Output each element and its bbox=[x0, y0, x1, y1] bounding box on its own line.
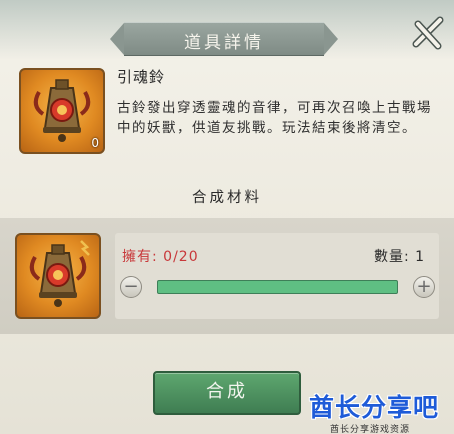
close-icon bbox=[412, 16, 444, 50]
close-button[interactable] bbox=[412, 14, 446, 50]
item-detail-panel: 道具詳情 0 引魂鈴 古鈴發出穿透靈魂的音律，可再次召喚上古戰場中的妖獸，供道友… bbox=[0, 0, 454, 434]
quantity-slider[interactable] bbox=[157, 280, 398, 294]
item-icon-slot[interactable]: 0 bbox=[19, 68, 105, 154]
materials-heading: 合成材料 bbox=[192, 190, 262, 206]
item-description: 古鈴發出穿透靈魂的音律，可再次召喚上古戰場中的妖獸，供道友挑戰。玩法結束後將清空… bbox=[117, 100, 432, 136]
minus-icon: − bbox=[123, 276, 139, 297]
item-name: 引魂鈴 bbox=[117, 68, 166, 86]
panel-title: 道具詳情 bbox=[184, 33, 264, 53]
plus-icon: + bbox=[416, 276, 432, 297]
watermark-subtext: 酋长分享游戏资源 bbox=[330, 425, 411, 434]
material-icon-slot[interactable] bbox=[15, 233, 101, 319]
quantity-label: 數量: 1 bbox=[374, 249, 426, 265]
minus-button[interactable]: − bbox=[120, 276, 142, 298]
synthesize-button[interactable]: 合成 bbox=[153, 371, 301, 415]
bell-icon bbox=[29, 240, 90, 307]
plus-button[interactable]: + bbox=[413, 276, 435, 298]
owned-count: 擁有: 0/20 bbox=[122, 249, 199, 265]
watermark-logo: 酋长分享吧 bbox=[309, 393, 440, 422]
title-banner: 道具詳情 bbox=[110, 22, 338, 56]
item-count: 0 bbox=[91, 136, 99, 150]
